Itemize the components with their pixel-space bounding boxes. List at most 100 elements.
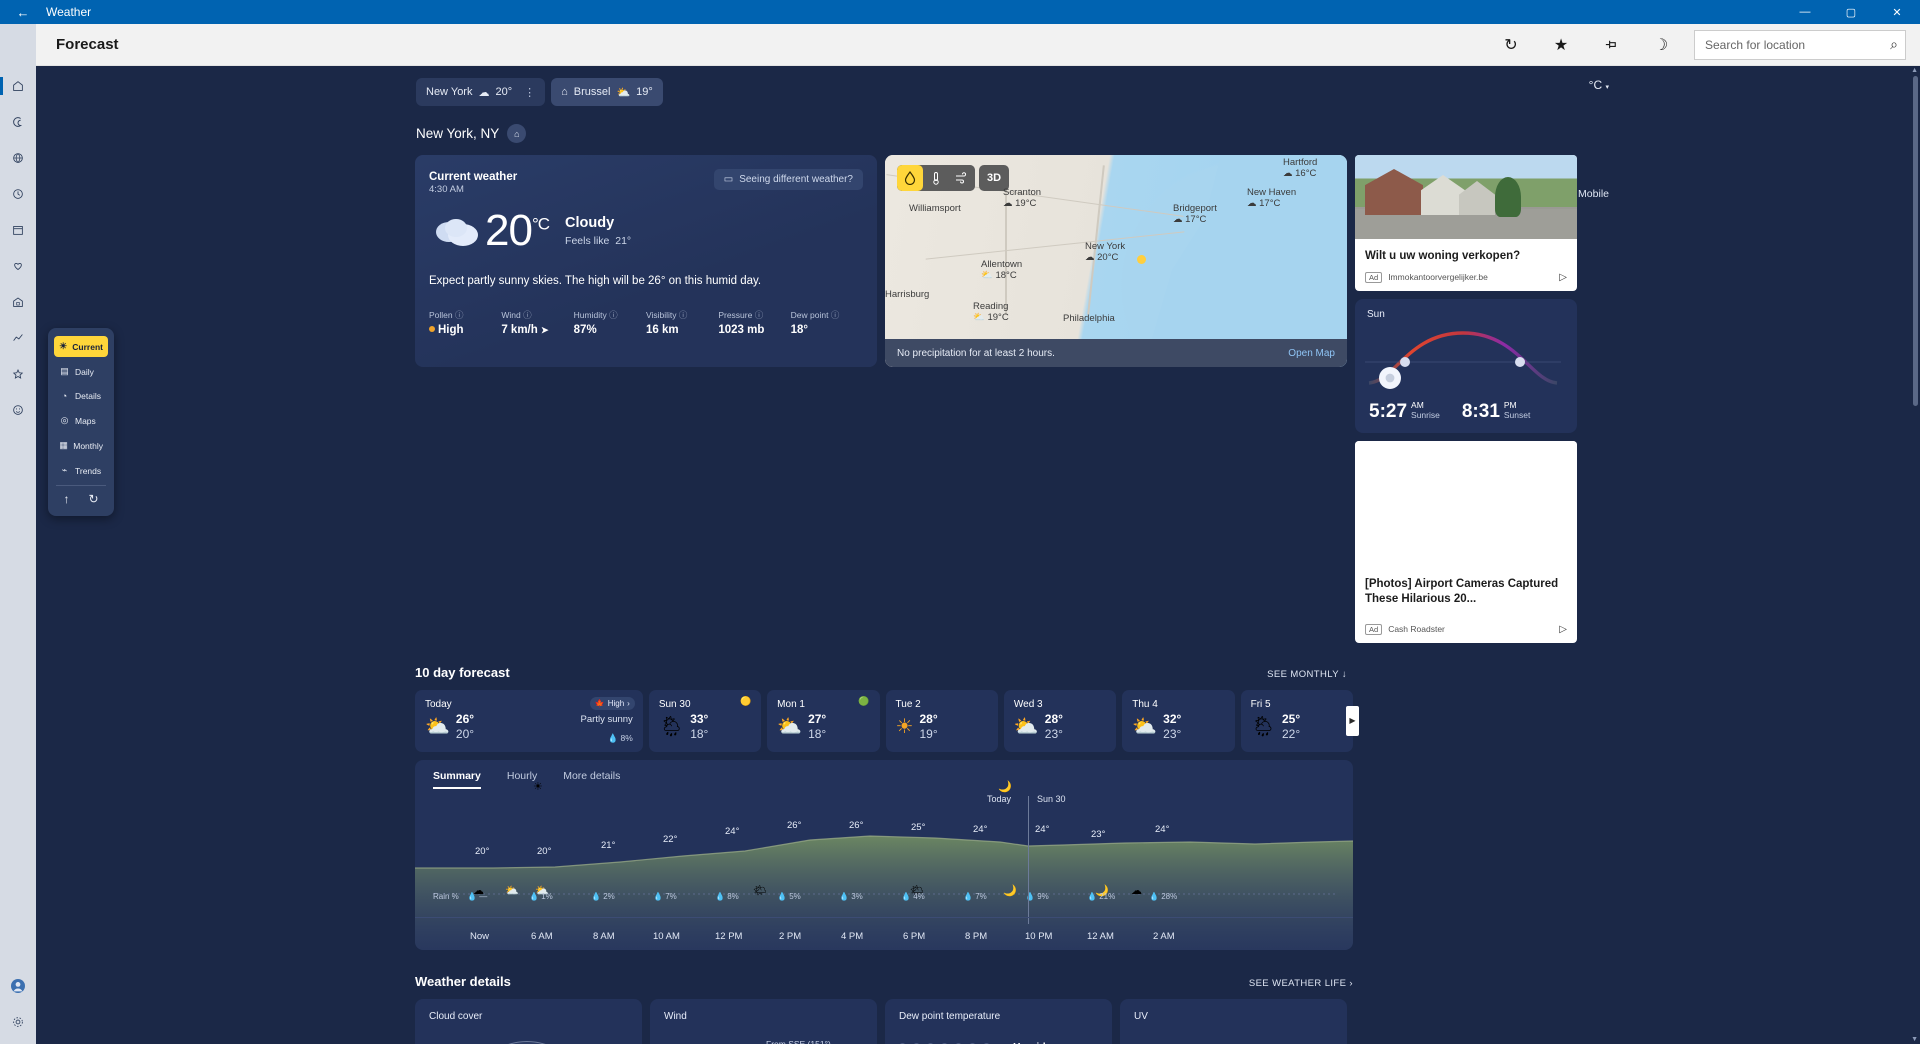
stat-value: 16 km: [646, 324, 718, 336]
pollen-badge[interactable]: 🍁 High ›: [590, 697, 635, 710]
flyout-item-maps[interactable]: ◎ Maps: [54, 410, 108, 431]
ad-options-icon[interactable]: ▷: [1559, 272, 1567, 283]
rail-item-star[interactable]: [0, 356, 36, 392]
map-wind-button[interactable]: [949, 165, 975, 191]
chart-rain-value: 💧 4%: [901, 892, 925, 901]
pin-icon[interactable]: [1586, 24, 1636, 66]
chart-temp-label: 23°: [1091, 829, 1105, 840]
sun-sidebar-card: Sun: [1355, 299, 1577, 433]
map-label-new-haven: New Haven ☁ 17°C: [1247, 187, 1296, 209]
map-temperature-button[interactable]: [923, 165, 949, 191]
chart-temp-label: 21°: [601, 840, 615, 851]
forecast-high: 25°: [1282, 712, 1300, 727]
map-label-new-york: New York ☁ 20°C: [1085, 241, 1125, 263]
window-controls: — ▢ ✕: [1782, 0, 1920, 24]
city-tab-temp: 20°: [495, 86, 512, 98]
dark-mode-moon-icon[interactable]: ☽: [1636, 24, 1686, 66]
flyout-item-daily[interactable]: ▤ Daily: [54, 361, 108, 382]
rail-item-feedback[interactable]: [0, 392, 36, 428]
ad-card-photos[interactable]: [Photos] Airport Cameras Captured These …: [1355, 441, 1577, 643]
set-home-icon[interactable]: ⌂: [507, 124, 526, 143]
close-button[interactable]: ✕: [1874, 0, 1920, 24]
forecast-day-label: Fri 5: [1251, 699, 1343, 710]
rail-item-account[interactable]: [0, 968, 36, 1004]
open-map-link[interactable]: Open Map: [1288, 348, 1335, 359]
ad-card-housing[interactable]: Wilt u uw woning verkopen? Ad Immokantoo…: [1355, 155, 1577, 291]
rail-item-settings[interactable]: [0, 1004, 36, 1040]
info-icon[interactable]: ⓘ: [523, 310, 532, 320]
forecast-day-label: Thu 4: [1132, 699, 1224, 710]
scrollbar-thumb[interactable]: [1913, 76, 1918, 406]
partly-sunny-icon: ⛅: [616, 86, 630, 99]
refresh-icon[interactable]: ↻: [88, 492, 98, 506]
refresh-icon[interactable]: ↻: [1486, 24, 1536, 66]
stat-value: High: [438, 324, 464, 336]
rail-item-globe[interactable]: [0, 140, 36, 176]
rail-item-home[interactable]: [0, 68, 36, 104]
city-tab-brussel[interactable]: ⌂ Brussel ⛅ 19°: [551, 78, 663, 106]
info-icon[interactable]: ⓘ: [455, 310, 464, 320]
see-monthly-link[interactable]: SEE MONTHLY ↓: [1267, 669, 1347, 680]
scroll-up-arrow-icon[interactable]: ▲: [1911, 67, 1918, 74]
forecast-next-button[interactable]: ▶: [1346, 706, 1359, 736]
forecast-card-day[interactable]: Tue 2 ☀ 28° 19°: [886, 690, 998, 752]
search-icon[interactable]: ⌕: [1890, 36, 1898, 53]
tab-summary[interactable]: Summary: [433, 770, 481, 789]
main-content: New York ☁ 20° ⋮ ⌂ Brussel ⛅ 19° °C ▾ Ne…: [36, 66, 1920, 1044]
forecast-card-today[interactable]: Today 🍁 High › ⛅ 26° 20° Partly sunny: [415, 690, 643, 752]
sunset-label: Sunset: [1504, 411, 1530, 421]
info-icon[interactable]: ⓘ: [831, 310, 840, 320]
seeing-different-weather-button[interactable]: ▭ Seeing different weather?: [714, 169, 863, 190]
sunset-marker-icon: 🌙: [998, 780, 1012, 793]
app-title: Weather: [46, 5, 91, 19]
info-icon[interactable]: ⓘ: [679, 310, 688, 320]
rail-item-favorite[interactable]: [0, 248, 36, 284]
minimize-button[interactable]: —: [1782, 0, 1828, 24]
stat-label: Pollen: [429, 310, 453, 320]
tab-more-details[interactable]: More details: [563, 770, 620, 789]
info-icon[interactable]: ⓘ: [755, 310, 764, 320]
ad-options-icon[interactable]: ▷: [1559, 624, 1567, 635]
search-input[interactable]: [1694, 30, 1906, 60]
weather-map-card[interactable]: 3D Williamsport Scranton ☁ 19°C Bridgepo…: [885, 155, 1347, 367]
maximize-button[interactable]: ▢: [1828, 0, 1874, 24]
city-tab-new-york[interactable]: New York ☁ 20° ⋮: [416, 78, 545, 106]
flyout-item-monthly[interactable]: ▦ Monthly: [54, 435, 108, 456]
favorites-star-icon[interactable]: ★: [1536, 24, 1586, 66]
flyout-item-current[interactable]: ☀ Current: [54, 336, 108, 357]
rail-item-calendar[interactable]: [0, 212, 36, 248]
forecast-card-day[interactable]: Fri 5 🌦 25° 22°: [1241, 690, 1353, 752]
flyout-item-trends[interactable]: ⌁ Trends: [54, 460, 108, 481]
stat-visibility: Visibility ⓘ 16 km: [646, 309, 718, 336]
pollen-dot-icon: 🟢: [858, 696, 869, 707]
map-precipitation-button[interactable]: [897, 165, 923, 191]
unit-selector[interactable]: °C ▾: [1589, 78, 1609, 92]
trends-icon: [11, 331, 25, 345]
back-button[interactable]: ←: [0, 5, 46, 20]
forecast-card-day[interactable]: Wed 3 ⛅ 28° 23°: [1004, 690, 1116, 752]
chart-day-label-today: Today: [987, 794, 1011, 804]
rail-item-trends[interactable]: [0, 320, 36, 356]
collapse-up-icon[interactable]: ↑: [63, 492, 69, 506]
see-weather-life-link[interactable]: SEE WEATHER LIFE ›: [1249, 978, 1353, 989]
scroll-down-arrow-icon[interactable]: ▼: [1911, 1036, 1918, 1043]
chart-temp-label: 22°: [663, 834, 677, 845]
forecast-card-day[interactable]: Sun 30 🟡 🌦 33° 18°: [649, 690, 761, 752]
hour-weather-icon: ☁: [1131, 884, 1142, 897]
rail-item-weather[interactable]: [0, 104, 36, 140]
sunrise-marker-icon: ☀: [533, 780, 543, 793]
flyout-item-details[interactable]: ◔ Details: [54, 386, 108, 406]
feedback-bubble-icon: ▭: [724, 174, 733, 185]
forecast-card-day[interactable]: Mon 1 🟢 ⛅ 27° 18°: [767, 690, 879, 752]
heart-outline-icon: [11, 259, 25, 273]
rail-item-house[interactable]: [0, 284, 36, 320]
see-weather-life-label: SEE WEATHER LIFE: [1249, 978, 1347, 989]
chevron-down-icon: ▾: [1605, 84, 1609, 91]
city-tab-menu-icon[interactable]: ⋮: [524, 86, 535, 99]
vertical-scrollbar[interactable]: ▲ ▼: [1909, 66, 1920, 1044]
info-icon[interactable]: ⓘ: [609, 310, 618, 320]
ad-footer: Ad Immokantoorvergelijker.be ▷: [1355, 264, 1577, 291]
forecast-card-day[interactable]: Thu 4 ⛅ 32° 23°: [1122, 690, 1234, 752]
stat-dew-point: Dew point ⓘ 18°: [791, 309, 863, 336]
rail-item-clock[interactable]: [0, 176, 36, 212]
